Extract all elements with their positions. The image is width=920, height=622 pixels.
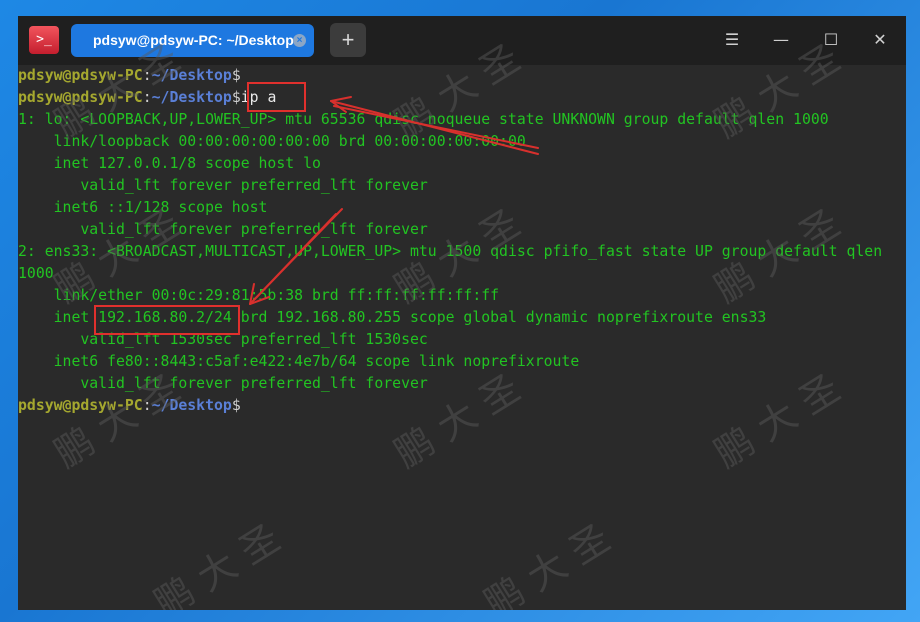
output-line: valid_lft forever preferred_lft forever	[18, 375, 428, 392]
prompt-dollar: $	[231, 67, 241, 84]
prompt-colon: :	[142, 67, 152, 84]
output-line: inet6 ::1/128 scope host	[18, 199, 268, 216]
output-line: valid_lft forever preferred_lft forever	[18, 221, 428, 238]
prompt-line: pdsyw@pdsyw-PC:~/Desktop$	[18, 395, 906, 417]
terminal-app-icon[interactable]: >_	[29, 26, 59, 54]
terminal-output-area[interactable]: 鹏 大 圣 鹏 大 圣 鹏 大 圣 鹏 大 圣 鹏 大 圣 鹏 大 圣 鹏 大 …	[18, 36, 906, 610]
output-line: inet6 fe80::8443:c5af:e422:4e7b/64 scope…	[18, 353, 580, 370]
terminal-tab-active[interactable]: pdsyw@pdsyw-PC: ~/Desktop ×	[71, 24, 314, 57]
tab-title: pdsyw@pdsyw-PC: ~/Desktop	[93, 32, 294, 48]
command-highlight-box	[247, 82, 306, 112]
terminal-window: >_ pdsyw@pdsyw-PC: ~/Desktop × + ☰ — ☐ ✕…	[18, 16, 906, 610]
prompt-path: ~/Desktop	[151, 397, 232, 414]
output-line: inet 127.0.0.1/8 scope host lo	[18, 155, 321, 172]
output-line: link/ether 00:0c:29:81:5b:38 brd ff:ff:f…	[18, 287, 500, 304]
output-line: link/loopback 00:00:00:00:00:00 brd 00:0…	[18, 133, 526, 150]
new-tab-button[interactable]: +	[330, 23, 366, 57]
prompt-user-host: pdsyw@pdsyw-PC	[18, 89, 143, 106]
close-window-icon[interactable]: ✕	[866, 26, 894, 54]
prompt-path: ~/Desktop	[151, 67, 232, 84]
prompt-colon: :	[142, 89, 152, 106]
prompt-dollar: $	[231, 89, 241, 106]
output-line: 1: lo: <LOOPBACK,UP,LOWER_UP> mtu 65536 …	[18, 111, 829, 128]
prompt-path: ~/Desktop	[151, 89, 232, 106]
maximize-icon[interactable]: ☐	[817, 26, 845, 54]
prompt-dollar: $	[231, 397, 241, 414]
ip-address-highlight-box	[94, 305, 240, 335]
prompt-line: pdsyw@pdsyw-PC:~/Desktop$ip a	[18, 87, 906, 109]
minimize-icon[interactable]: —	[767, 26, 795, 54]
prompt-colon: :	[142, 397, 152, 414]
output-line: 1000	[18, 265, 54, 282]
watermark-text: 鹏 大 圣	[476, 515, 618, 610]
title-bar: >_ pdsyw@pdsyw-PC: ~/Desktop × + ☰ — ☐ ✕	[18, 16, 906, 65]
menu-icon[interactable]: ☰	[718, 26, 746, 54]
prompt-user-host: pdsyw@pdsyw-PC	[18, 67, 143, 84]
prompt-user-host: pdsyw@pdsyw-PC	[18, 397, 143, 414]
tab-close-icon[interactable]: ×	[293, 34, 306, 47]
prompt-line: pdsyw@pdsyw-PC:~/Desktop$	[18, 65, 906, 87]
watermark-text: 鹏 大 圣	[146, 515, 288, 610]
output-line: 2: ens33: <BROADCAST,MULTICAST,UP,LOWER_…	[18, 243, 883, 260]
output-line: valid_lft forever preferred_lft forever	[18, 177, 428, 194]
